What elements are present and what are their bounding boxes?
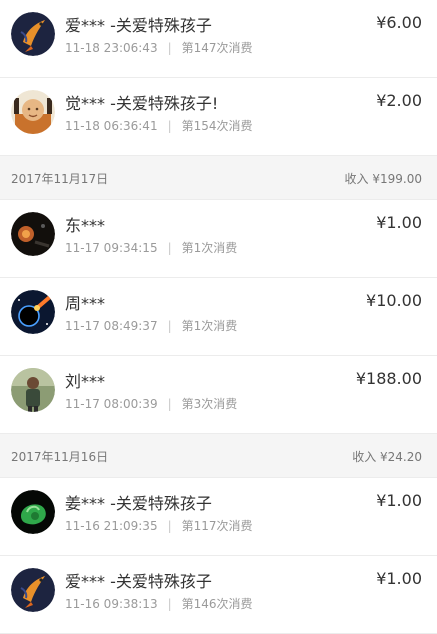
donor-name: 东*** xyxy=(65,216,106,235)
transaction-meta: 11-17 08:49:37 | 第1次消费 xyxy=(65,317,237,334)
daily-income: 收入 ¥199.00 xyxy=(344,172,422,186)
transaction-meta: 11-18 23:06:43 | 第147次消费 xyxy=(65,39,253,56)
transaction-meta: 11-16 09:38:13 | 第146次消费 xyxy=(65,595,253,612)
meta-separator: | xyxy=(167,241,172,255)
transaction-row[interactable]: 觉*** -关爱特殊孩子! 11-18 06:36:41 | 第154次消费 ¥2.… xyxy=(0,78,437,156)
jade-avatar xyxy=(11,490,55,534)
donor-name: 觉*** -关爱特殊孩子! xyxy=(65,94,219,113)
transaction-amount: ¥1.00 xyxy=(376,491,422,510)
meta-separator: | xyxy=(167,397,172,411)
transaction-row[interactable]: 姜*** -关爱特殊孩子 11-16 21:09:35 | 第117次消费 ¥1.0… xyxy=(0,478,437,556)
transaction-meta: 11-18 06:36:41 | 第154次消费 xyxy=(65,117,253,134)
transaction-row[interactable]: 爱*** -关爱特殊孩子 11-18 23:06:43 | 第147次消费 ¥6.0… xyxy=(0,0,437,78)
date-label: 2017年11月17日 xyxy=(11,172,109,186)
transaction-time: 11-16 21:09:35 xyxy=(65,519,158,533)
date-header: 2017年11月16日 收入 ¥24.20 xyxy=(0,434,437,478)
transaction-meta: 11-17 08:00:39 | 第3次消费 xyxy=(65,395,237,412)
transaction-row[interactable]: 东*** 11-17 09:34:15 | 第1次消费 ¥1.00 xyxy=(0,200,437,278)
buddha-avatar xyxy=(11,90,55,134)
purchase-count: 第147次消费 xyxy=(181,41,253,55)
donor-name: 爱*** -关爱特殊孩子 xyxy=(65,16,212,35)
meta-separator: | xyxy=(167,319,172,333)
transaction-row[interactable]: 爱*** -关爱特殊孩子 11-16 09:38:13 | 第146次消费 ¥1.0… xyxy=(0,556,437,634)
transaction-amount: ¥1.00 xyxy=(376,569,422,588)
purchase-count: 第117次消费 xyxy=(181,519,253,533)
transaction-time: 11-18 06:36:41 xyxy=(65,119,158,133)
purchase-count: 第1次消费 xyxy=(181,241,238,255)
transaction-time: 11-17 09:34:15 xyxy=(65,241,158,255)
transaction-time: 11-17 08:49:37 xyxy=(65,319,158,333)
meta-separator: | xyxy=(167,519,172,533)
transaction-amount: ¥188.00 xyxy=(355,369,422,388)
transaction-list: 爱*** -关爱特殊孩子 11-18 23:06:43 | 第147次消费 ¥6.0… xyxy=(0,0,437,634)
transaction-row[interactable]: 刘*** 11-17 08:00:39 | 第3次消费 ¥188.00 xyxy=(0,356,437,434)
transaction-time: 11-17 08:00:39 xyxy=(65,397,158,411)
transaction-amount: ¥10.00 xyxy=(366,291,422,310)
transaction-meta: 11-16 21:09:35 | 第117次消费 xyxy=(65,517,253,534)
transaction-time: 11-18 23:06:43 xyxy=(65,41,158,55)
date-label: 2017年11月16日 xyxy=(11,450,109,464)
meta-separator: | xyxy=(167,41,172,55)
transaction-amount: ¥1.00 xyxy=(376,213,422,232)
koi-fish-avatar xyxy=(11,568,55,612)
donor-name: 刘*** xyxy=(65,372,106,391)
person-avatar xyxy=(11,368,55,412)
purchase-count: 第1次消费 xyxy=(181,319,238,333)
donor-name: 姜*** -关爱特殊孩子 xyxy=(65,494,212,513)
space-avatar xyxy=(11,290,55,334)
donor-name: 周*** xyxy=(65,294,106,313)
transaction-time: 11-16 09:38:13 xyxy=(65,597,158,611)
purchase-count: 第146次消费 xyxy=(181,597,253,611)
date-header: 2017年11月17日 收入 ¥199.00 xyxy=(0,156,437,200)
transaction-meta: 11-17 09:34:15 | 第1次消费 xyxy=(65,239,237,256)
meta-separator: | xyxy=(167,597,172,611)
transaction-amount: ¥2.00 xyxy=(376,91,422,110)
purchase-count: 第3次消费 xyxy=(181,397,238,411)
daily-income: 收入 ¥24.20 xyxy=(352,450,422,464)
night-avatar xyxy=(11,212,55,256)
purchase-count: 第154次消费 xyxy=(181,119,253,133)
donor-name: 爱*** -关爱特殊孩子 xyxy=(65,572,212,591)
transaction-amount: ¥6.00 xyxy=(376,13,422,32)
koi-fish-avatar xyxy=(11,12,55,56)
transaction-row[interactable]: 周*** 11-17 08:49:37 | 第1次消费 ¥10.00 xyxy=(0,278,437,356)
meta-separator: | xyxy=(167,119,172,133)
